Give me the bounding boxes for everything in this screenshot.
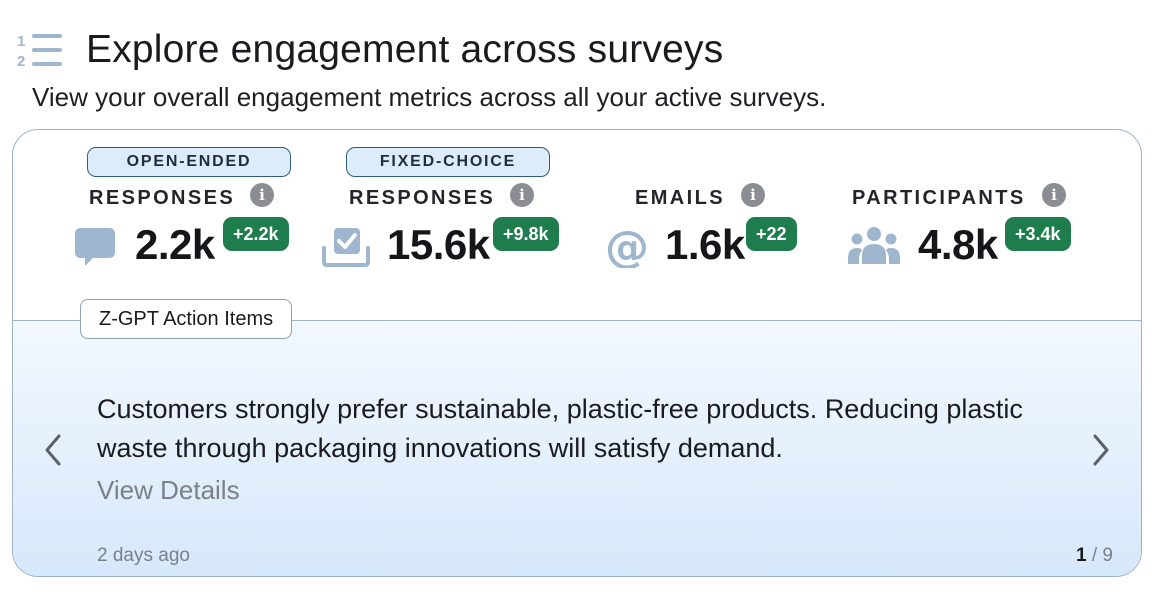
action-item-text: Customers strongly prefer sustainable, p… [97,394,1023,463]
metric-label-participants: PARTICIPANTS [852,187,1026,209]
metric-label-fixed-choice-responses: RESPONSES [349,187,496,209]
delta-badge-participants: +3.4k [1005,217,1071,251]
info-icon[interactable]: i [510,183,534,207]
info-icon[interactable]: i [250,183,274,207]
metric-value-participants: 4.8k [918,221,998,268]
svg-text:@: @ [605,224,649,268]
chat-bubble-icon [75,228,115,266]
engagement-card: OPEN-ENDED RESPONSES i 2.2k +2.2k FIXED-… [12,129,1142,577]
numbered-list-icon: 1 2 [17,33,62,70]
page-total: / 9 [1091,545,1113,566]
delta-badge-fixed-choice: +9.8k [493,217,559,251]
delta-badge-open-ended: +2.2k [223,217,289,251]
info-icon[interactable]: i [741,183,765,207]
pagination-indicator: 1 / 9 [1076,545,1113,567]
svg-text:2: 2 [17,53,25,70]
svg-text:1: 1 [17,33,25,50]
view-details-link[interactable]: View Details [97,475,240,506]
metric-label-emails: EMAILS [635,187,725,209]
delta-badge-emails: +22 [746,217,797,251]
metric-value-emails: 1.6k [665,221,745,268]
open-ended-pill: OPEN-ENDED [87,147,291,177]
page-subtitle: View your overall engagement metrics acr… [32,82,827,112]
page-header: 1 2 Explore engagement across surveys [16,28,723,72]
at-sign-icon: @ [605,224,649,268]
chevron-left-icon[interactable] [41,432,65,468]
people-group-icon [848,227,900,264]
page-current: 1 [1076,545,1087,566]
info-icon[interactable]: i [1042,183,1066,207]
action-items-tag: Z-GPT Action Items [80,299,293,339]
metric-value-open-ended: 2.2k [135,221,215,268]
page-title: Explore engagement across surveys [86,28,724,71]
metric-label-open-ended-responses: RESPONSES [89,187,236,209]
chevron-right-icon[interactable] [1089,432,1113,468]
timestamp: 2 days ago [97,545,190,566]
fixed-choice-pill: FIXED-CHOICE [346,147,550,177]
checkbox-tray-icon [322,228,370,267]
metric-value-fixed-choice: 15.6k [387,221,490,268]
